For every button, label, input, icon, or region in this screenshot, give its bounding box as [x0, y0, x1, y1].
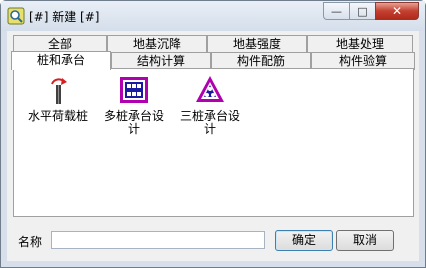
- app-icon: [7, 7, 25, 25]
- window-title: [#] 新建 [#]: [29, 10, 100, 24]
- tab-content-panel: 水平荷载桩 多桩承台设计 三桩承台设计: [13, 68, 414, 217]
- maximize-icon: □: [357, 4, 368, 18]
- tab-foundation-settlement[interactable]: 地基沉降: [107, 35, 207, 53]
- tab-piles-and-caps[interactable]: 桩和承台: [11, 51, 111, 70]
- minimize-icon: —: [331, 4, 342, 18]
- close-icon: ✕: [391, 4, 403, 18]
- item-label: 三桩承台设计: [179, 109, 240, 136]
- maximize-button[interactable]: □: [349, 2, 375, 20]
- dialog-client: 全部 地基沉降 地基强度 地基处理 桩和承台 结构计算 构件配筋 构件验算 水平…: [7, 31, 419, 261]
- tab-foundation-treatment[interactable]: 地基处理: [307, 35, 413, 53]
- minimize-button[interactable]: —: [323, 2, 349, 20]
- list-item[interactable]: 三桩承台设计: [176, 74, 244, 136]
- dialog-window: [#] 新建 [#] — □ ✕ 全部 地基沉降 地基强度 地基处理 桩和承台 …: [0, 0, 426, 268]
- ok-button[interactable]: 确定: [275, 230, 333, 251]
- item-label: 多桩承台设计: [103, 109, 164, 136]
- item-label: 水平荷载桩: [27, 109, 88, 123]
- three-pile-cap-icon: [196, 76, 224, 102]
- tab-foundation-strength[interactable]: 地基强度: [207, 35, 307, 53]
- name-input[interactable]: [51, 231, 265, 249]
- close-button[interactable]: ✕: [375, 2, 419, 20]
- horizontal-load-pile-icon: [51, 78, 67, 104]
- name-label: 名称: [18, 235, 43, 249]
- title-bar[interactable]: [#] 新建 [#] — □ ✕: [1, 1, 425, 31]
- multi-pile-cap-icon: [120, 77, 148, 103]
- list-item[interactable]: 水平荷载桩: [24, 74, 92, 123]
- cancel-button[interactable]: 取消: [336, 230, 394, 251]
- list-item[interactable]: 多桩承台设计: [100, 74, 168, 136]
